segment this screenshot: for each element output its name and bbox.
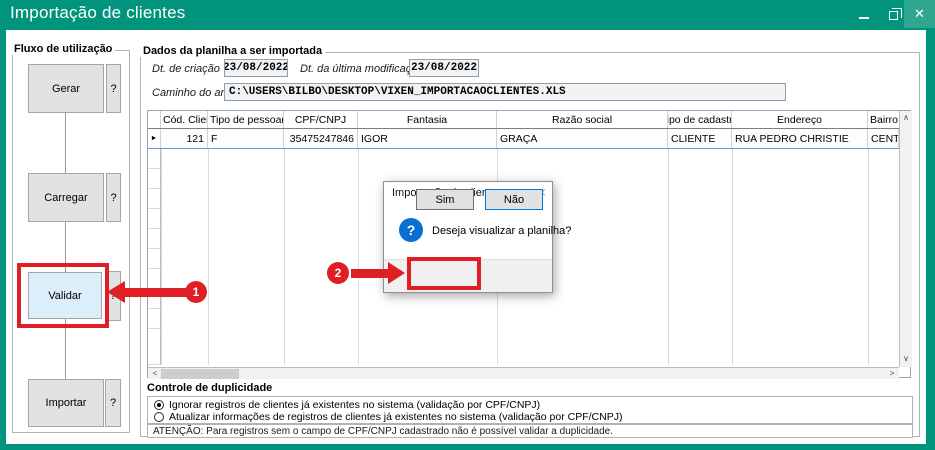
importar-button[interactable]: Importar [28,379,104,427]
warning-text: ATENÇÃO: Para registros sem o campo de C… [153,426,613,437]
annotation-arrow-1-icon [107,281,125,303]
grid-indicator-header [148,111,161,128]
flow-connector-line [65,88,66,404]
grid-header-tipo-cadastro[interactable]: Tipo de cadastro [668,111,732,128]
importar-help-button[interactable]: ? [105,379,121,427]
grid-indicator-cell [148,209,161,229]
grid-column-line [358,129,359,365]
horizontal-scroll-thumb[interactable] [161,369,239,379]
modified-date-field[interactable]: 23/08/2022 [409,59,479,77]
grid-column-line [284,129,285,365]
radio-update-existing[interactable]: Atualizar informações de registros de cl… [154,411,622,423]
grid-indicator-cell [148,169,161,189]
grid-header-endereco[interactable]: Endereço [732,111,868,128]
annotation-rect-validar [17,263,109,328]
duplicity-title: Controle de duplicidade [147,382,272,394]
flow-group-title: Fluxo de utilização [11,43,115,55]
file-path-field[interactable]: C:\USERS\BILBO\DESKTOP\VIXEN_IMPORTACAOC… [224,83,786,101]
carregar-help-button[interactable]: ? [106,173,121,222]
sim-button[interactable]: Sim [416,189,474,210]
cell-bairro[interactable]: CENTRO [868,129,899,148]
window-border-right [926,30,935,450]
grid-column-line [668,129,669,365]
scroll-left-icon[interactable]: < [149,368,161,380]
grid-header-razao-social[interactable]: Razão social [497,111,668,128]
restore-button[interactable] [880,0,906,28]
dialog-message: Deseja visualizar a planilha? [432,225,571,237]
cell-fantasia[interactable]: IGOR [358,129,497,148]
creation-date-label: Dt. de criação [152,63,220,75]
creation-date-field[interactable]: 23/08/2022 [224,59,288,77]
grid-indicator-cell [148,269,161,289]
annotation-step-1-badge: 1 [185,281,207,303]
close-button[interactable]: ✕ [904,0,935,28]
radio-ignore-label: Ignorar registros de clientes já existen… [169,399,540,411]
grid-header-row: Cód. Cliente Tipo de pessoa(F/J) CPF/CNP… [148,111,899,129]
radio-unchecked-icon[interactable] [154,412,164,422]
grid-indicator-cell [148,189,161,209]
grid-header-bairro[interactable]: Bairro [868,111,899,128]
grid-column-line [161,129,162,365]
minimize-icon [859,17,869,19]
cell-razao-social[interactable]: GRAÇA [497,129,668,148]
gerar-help-button[interactable]: ? [106,64,121,113]
annotation-arrow-2-icon [388,262,405,284]
annotation-arrow-1-shaft [124,288,187,297]
minimize-button[interactable] [850,0,878,28]
table-row[interactable]: ► 121 F 35475247846 IGOR GRAÇA CLIENTE R… [148,129,899,149]
radio-ignore-existing[interactable]: Ignorar registros de clientes já existen… [154,399,540,411]
grid-indicator-cell [148,229,161,249]
grid-indicator-cell [148,309,161,329]
grid-header-fantasia[interactable]: Fantasia [358,111,497,128]
duplicity-panel: Ignorar registros de clientes já existen… [147,396,913,424]
radio-update-label: Atualizar informações de registros de cl… [169,411,622,423]
grid-indicator-cell [148,345,161,365]
scroll-right-icon[interactable]: > [886,368,898,380]
vertical-scrollbar[interactable]: ∧ ∨ [899,111,912,367]
window-border-bottom [0,444,935,450]
scroll-down-icon[interactable]: ∨ [900,353,912,365]
cell-tipo-pessoa[interactable]: F [208,129,284,148]
radio-checked-icon[interactable] [154,400,164,410]
window-border-left [0,30,6,450]
grid-header-cod-cliente[interactable]: Cód. Cliente [161,111,208,128]
cell-endereco[interactable]: RUA PEDRO CHRISTIE [732,129,868,148]
window-title: Importação de clientes [10,3,185,23]
carregar-button[interactable]: Carregar [28,173,104,222]
modified-date-label: Dt. da última modificação [300,63,424,75]
grid-indicator-cell [148,249,161,269]
grid-indicator-cell [148,149,161,169]
warning-strip: ATENÇÃO: Para registros sem o campo de C… [147,424,913,438]
title-bar: Importação de clientes ✕ [0,0,935,30]
row-marker-icon: ► [148,129,161,148]
sheet-group-title: Dados da planilha a ser importada [140,45,325,57]
restore-icon [889,11,898,20]
horizontal-scrollbar[interactable]: < > [148,367,899,379]
gerar-button[interactable]: Gerar [28,64,104,113]
annotation-arrow-2-shaft [351,269,388,278]
scroll-up-icon[interactable]: ∧ [900,112,912,124]
cell-cpf-cnpj[interactable]: 35475247846 [284,129,358,148]
nao-button[interactable]: Não [485,189,543,210]
grid-column-line [868,129,869,365]
grid-column-line [208,129,209,365]
annotation-rect-sim [407,257,481,290]
grid-header-cpf-cnpj[interactable]: CPF/CNPJ [284,111,358,128]
annotation-step-2-badge: 2 [327,262,349,284]
question-icon: ? [399,218,423,242]
grid-column-line [732,129,733,365]
grid-header-tipo-pessoa[interactable]: Tipo de pessoa(F/J) [208,111,284,128]
cell-cod-cliente[interactable]: 121 [161,129,208,148]
cell-tipo-cadastro[interactable]: CLIENTE [668,129,732,148]
